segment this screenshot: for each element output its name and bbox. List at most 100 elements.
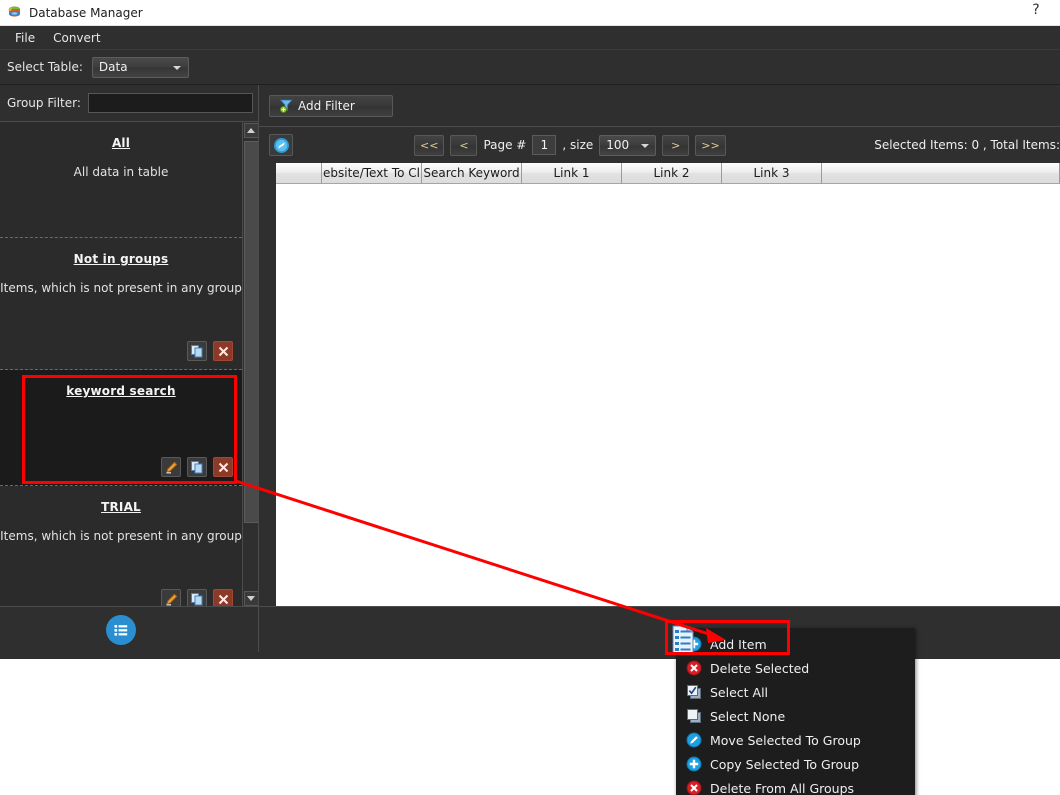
group-menu-button[interactable] xyxy=(106,614,136,645)
menu-item-label: Copy Selected To Group xyxy=(710,756,860,772)
groups-scroll-area: All All data in table Not in groups Item… xyxy=(0,122,258,606)
group-description: All data in table xyxy=(73,165,169,179)
page-number-input[interactable]: 1 xyxy=(532,135,557,155)
copy-group-button[interactable] xyxy=(187,341,207,361)
menu-move-selected-to-group[interactable]: Move Selected To Group xyxy=(676,728,915,752)
menu-bar: File Convert xyxy=(0,26,1060,50)
menu-select-none[interactable]: Select None xyxy=(676,704,915,728)
filter-bar: Add Filter xyxy=(259,85,1060,127)
data-panel: Add Filter << < Page # 1 , size 100 > >>… xyxy=(259,85,1060,652)
group-name: All xyxy=(111,136,131,150)
delete-group-button[interactable] xyxy=(213,341,233,361)
grid-body[interactable] xyxy=(276,184,1060,606)
menu-item-label: Select None xyxy=(710,708,786,724)
copy-icon xyxy=(190,460,202,473)
first-page-button[interactable]: << xyxy=(414,134,445,156)
delete-group-button[interactable] xyxy=(213,457,233,477)
groups-bottom-bar xyxy=(0,606,258,652)
menu-select-all[interactable]: Select All xyxy=(676,680,915,704)
group-filter-input[interactable] xyxy=(87,93,253,113)
group-actions xyxy=(161,589,233,606)
menu-item-label: Move Selected To Group xyxy=(710,732,861,748)
checkbox-checked-icon xyxy=(687,685,701,699)
menu-add-item[interactable]: Add Item xyxy=(676,632,915,656)
menu-convert[interactable]: Convert xyxy=(44,28,109,48)
groups-scrollbar[interactable] xyxy=(242,122,258,606)
grid-column-header[interactable]: ebsite/Text To Cl xyxy=(322,163,422,184)
next-page-button[interactable]: > xyxy=(662,134,690,156)
grid-column-header[interactable]: Link 2 xyxy=(622,163,722,184)
checkbox-empty-icon xyxy=(687,709,701,723)
pager-controls: << < Page # 1 , size 100 > >> xyxy=(414,134,726,156)
scroll-thumb[interactable] xyxy=(243,141,258,523)
pencil-circle-icon xyxy=(686,732,702,748)
menu-item-label: Add Item xyxy=(710,636,767,652)
copy-group-button[interactable] xyxy=(187,457,207,477)
group-card-not-in-groups[interactable]: Not in groups Items, which is not presen… xyxy=(0,238,242,370)
grid-context-menu: Add Item Delete Selected Select All Sele… xyxy=(676,628,915,795)
triangle-down-icon xyxy=(247,596,255,601)
page-size-combo[interactable]: 100 xyxy=(599,134,657,156)
menu-file[interactable]: File xyxy=(6,28,44,48)
group-description: Items, which is not present in any group xyxy=(0,281,242,295)
select-table-label: Select Table: xyxy=(7,60,83,74)
close-icon xyxy=(218,594,228,604)
select-table-row: Select Table: Data xyxy=(0,50,1060,85)
menu-item-label: Delete From All Groups xyxy=(710,780,855,795)
scroll-track[interactable] xyxy=(243,139,258,589)
refresh-icon xyxy=(273,137,289,153)
close-icon xyxy=(218,462,228,472)
last-page-button[interactable]: >> xyxy=(695,134,726,156)
scroll-up-button[interactable] xyxy=(243,123,258,138)
group-card-keyword-search[interactable]: keyword search xyxy=(0,370,242,486)
delete-circle-icon xyxy=(686,660,702,676)
group-filter-label: Group Filter: xyxy=(7,96,81,110)
window-title: Database Manager xyxy=(29,5,143,20)
list-menu-icon xyxy=(114,624,128,636)
grid-column-header[interactable]: Link 1 xyxy=(522,163,622,184)
grid-column-header[interactable] xyxy=(822,163,1060,184)
chevron-down-icon xyxy=(172,65,181,70)
data-bottom-bar xyxy=(259,606,1060,652)
page-size-label: , size xyxy=(562,138,594,152)
chevron-down-icon xyxy=(641,143,650,148)
group-card-all[interactable]: All All data in table xyxy=(0,122,242,238)
scroll-down-button[interactable] xyxy=(243,591,258,606)
copy-group-button[interactable] xyxy=(187,589,207,606)
triangle-up-icon xyxy=(247,128,255,133)
select-table-value: Data xyxy=(98,60,128,74)
delete-circle-icon xyxy=(686,780,702,795)
menu-delete-selected[interactable]: Delete Selected xyxy=(676,656,915,680)
plus-circle-icon xyxy=(686,756,702,772)
pager-bar: << < Page # 1 , size 100 > >> Selected I… xyxy=(259,127,1060,163)
group-filter-row: Group Filter: xyxy=(0,85,258,122)
filter-add-icon xyxy=(279,99,293,113)
menu-copy-selected-to-group[interactable]: Copy Selected To Group xyxy=(676,752,915,776)
close-icon xyxy=(218,346,228,356)
delete-group-button[interactable] xyxy=(213,589,233,606)
group-name: keyword search xyxy=(66,384,176,398)
group-card-trial[interactable]: TRIAL Items, which is not present in any… xyxy=(0,486,242,606)
prev-page-button[interactable]: < xyxy=(450,134,478,156)
group-actions xyxy=(161,457,233,477)
application-window: Database Manager ? File Convert Select T… xyxy=(0,0,1060,659)
add-item-document-icon xyxy=(672,625,695,655)
copy-icon xyxy=(190,344,202,357)
menu-delete-from-all-groups[interactable]: Delete From All Groups xyxy=(676,776,915,795)
grid-column-header[interactable] xyxy=(276,163,322,184)
group-name: TRIAL xyxy=(101,500,141,514)
page-size-value: 100 xyxy=(606,138,630,152)
groups-list: All All data in table Not in groups Item… xyxy=(0,122,242,606)
grid-column-header[interactable]: Search Keyword xyxy=(422,163,522,184)
edit-group-button[interactable] xyxy=(161,457,181,477)
refresh-button[interactable] xyxy=(269,134,293,156)
main-split: Group Filter: All All data in table Not … xyxy=(0,85,1060,652)
group-name: Not in groups xyxy=(73,252,169,266)
help-button[interactable]: ? xyxy=(1028,2,1044,18)
edit-group-button[interactable] xyxy=(161,589,181,606)
add-filter-button[interactable]: Add Filter xyxy=(269,94,393,117)
pencil-icon xyxy=(165,461,177,473)
add-filter-label: Add Filter xyxy=(298,98,355,113)
select-table-combo[interactable]: Data xyxy=(91,56,189,78)
grid-column-header[interactable]: Link 3 xyxy=(722,163,822,184)
